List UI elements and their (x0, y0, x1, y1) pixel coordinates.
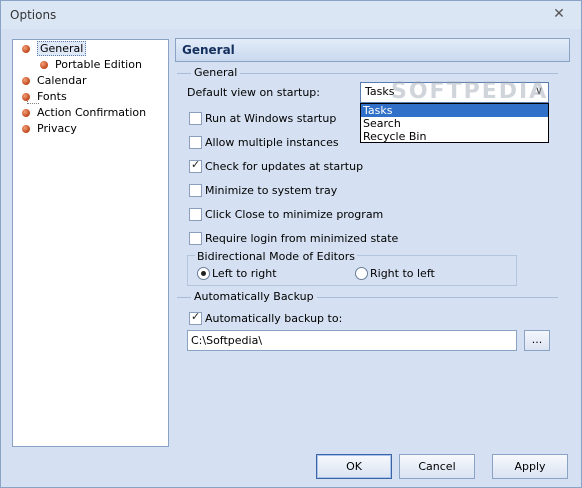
check-updates-checkbox[interactable] (189, 158, 202, 173)
orange-bullet-icon (22, 93, 30, 101)
check-updates-label: Check for updates at startup (205, 160, 364, 173)
general-group-title: General (191, 66, 241, 79)
orange-bullet-icon (22, 125, 30, 133)
require-login-checkbox[interactable] (189, 232, 202, 245)
options-tree: General Portable Edition Calendar Fonts … (12, 39, 169, 447)
dropdown-option-tasks[interactable]: Tasks (361, 104, 548, 117)
run-at-startup-checkbox[interactable] (189, 112, 202, 125)
dropdown-option-search[interactable]: Search (361, 117, 548, 130)
tree-item-action-confirmation[interactable]: Action Confirmation (22, 105, 146, 121)
orange-bullet-icon (40, 61, 48, 69)
click-close-minimize-label: Click Close to minimize program (205, 208, 384, 221)
orange-bullet-icon (22, 45, 30, 53)
orange-bullet-icon (22, 109, 30, 117)
minimize-to-tray-label: Minimize to system tray (205, 184, 338, 197)
window-title: Options (10, 8, 57, 22)
require-login-label: Require login from minimized state (205, 232, 399, 245)
tree-item-label: Fonts (37, 90, 67, 103)
auto-backup-checkbox[interactable] (189, 310, 202, 325)
minimize-to-tray-checkbox[interactable] (189, 184, 202, 197)
left-to-right-label: Left to right (212, 267, 277, 280)
bidi-mode-title: Bidirectional Mode of Editors (195, 250, 357, 263)
tree-item-label: General (37, 41, 87, 56)
allow-multiple-instances-label: Allow multiple instances (205, 136, 339, 149)
allow-multiple-instances-checkbox[interactable] (189, 136, 202, 149)
backup-group-title: Automatically Backup (191, 290, 317, 303)
left-to-right-radio[interactable] (197, 267, 210, 280)
watermark-text: SOFTPEDIA (391, 79, 549, 104)
tree-item-calendar[interactable]: Calendar (22, 73, 86, 89)
apply-button[interactable]: Apply (492, 454, 568, 479)
run-at-startup-label: Run at Windows startup (205, 112, 337, 125)
tree-item-general[interactable]: General (22, 41, 87, 57)
tree-item-label: Action Confirmation (37, 106, 147, 119)
right-to-left-radio[interactable] (355, 267, 368, 280)
close-icon[interactable]: ✕ (551, 6, 567, 22)
tree-item-label: Calendar (37, 74, 87, 87)
default-view-dropdown: Tasks Search Recycle Bin (360, 103, 549, 143)
title-bar: Options ✕ (1, 1, 581, 29)
click-close-minimize-checkbox[interactable] (189, 208, 202, 221)
dropdown-option-recycle-bin[interactable]: Recycle Bin (361, 130, 548, 143)
right-to-left-label: Right to left (370, 267, 435, 280)
tree-item-label: Privacy (37, 122, 77, 135)
tree-item-portable-edition[interactable]: Portable Edition (40, 57, 142, 73)
default-view-label: Default view on startup: (187, 86, 320, 99)
auto-backup-label: Automatically backup to: (205, 312, 343, 325)
tree-item-label: Portable Edition (55, 58, 142, 71)
tree-item-privacy[interactable]: Privacy (22, 121, 77, 137)
browse-button[interactable]: ... (524, 330, 550, 351)
orange-bullet-icon (22, 77, 30, 85)
cancel-button[interactable]: Cancel (399, 454, 475, 479)
backup-path-input[interactable]: C:\Softpedia\ (187, 330, 517, 351)
panel-header: General (175, 38, 570, 62)
ok-button[interactable]: OK (316, 454, 392, 479)
options-window: Options ✕ General Portable Edition Calen… (0, 0, 582, 488)
tree-item-fonts[interactable]: Fonts (22, 89, 67, 105)
